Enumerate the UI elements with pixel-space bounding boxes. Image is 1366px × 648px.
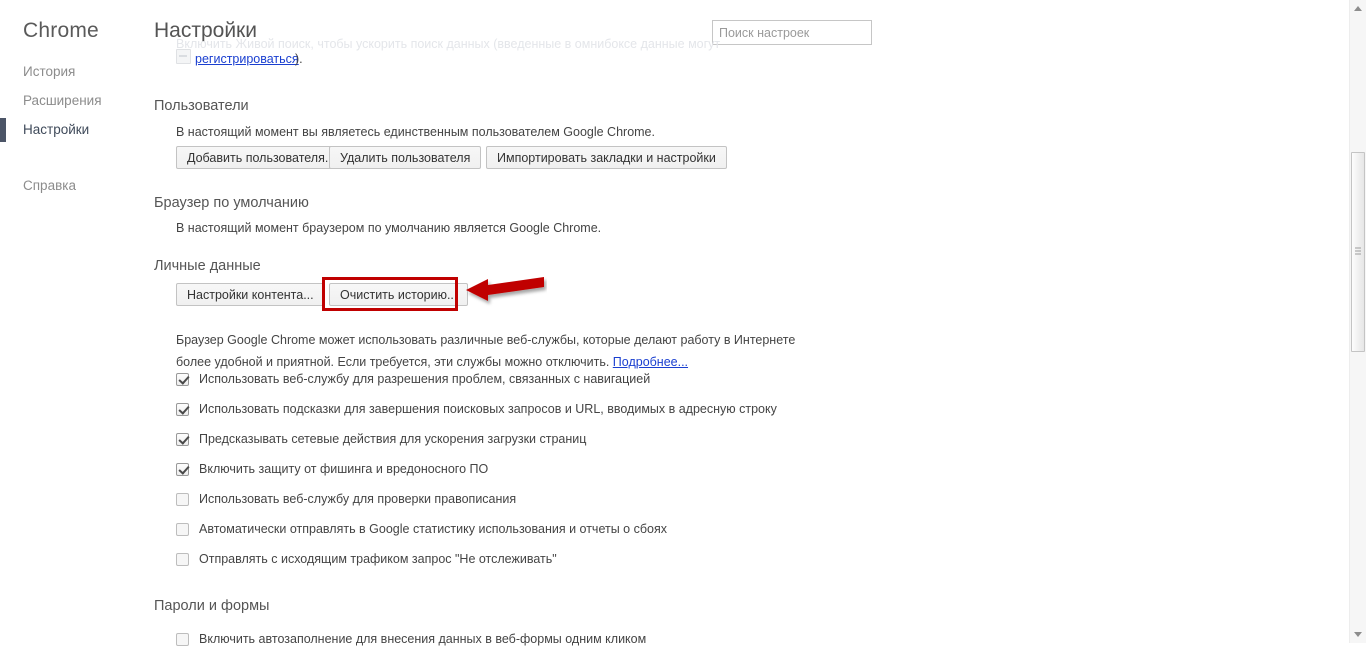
brand-title: Chrome xyxy=(23,19,99,42)
privacy-paragraph: Браузер Google Chrome может использовать… xyxy=(176,329,816,373)
sidebar-item-settings[interactable]: Настройки xyxy=(23,121,89,139)
register-link[interactable]: регистрироваться xyxy=(195,51,299,68)
settings-content: Настройки Включить Живой поиск, чтобы ус… xyxy=(152,0,1332,646)
scroll-up-arrow-icon[interactable] xyxy=(1350,0,1366,17)
section-title-personal-data: Личные данные xyxy=(154,258,261,274)
checkbox-label-navigation-errors: Использовать веб-службу для разрешения п… xyxy=(199,371,651,386)
checkbox-navigation-errors[interactable] xyxy=(176,372,189,386)
checkbox-row-do-not-track[interactable]: Отправлять с исходящим трафиком запрос "… xyxy=(176,550,557,568)
arrow-annotation-icon xyxy=(466,277,544,301)
checkbox-row-spelling-service[interactable]: Использовать веб-службу для проверки пра… xyxy=(176,490,516,508)
checkbox-usage-stats[interactable] xyxy=(176,522,189,536)
checkbox-do-not-track[interactable] xyxy=(176,552,189,566)
learn-more-link[interactable]: Подробнее... xyxy=(613,355,688,369)
checkbox-label-spelling-service: Использовать веб-службу для проверки пра… xyxy=(199,491,517,506)
checkbox-label-network-predict: Предсказывать сетевые действия для ускор… xyxy=(199,431,587,446)
checkbox-safe-browsing[interactable] xyxy=(176,462,189,476)
import-bookmarks-settings-button[interactable]: Импортировать закладки и настройки xyxy=(486,146,727,169)
clipped-instant-search-row: Включить Живой поиск, чтобы ускорить пои… xyxy=(152,36,872,68)
section-description-default-browser: В настоящий момент браузером по умолчани… xyxy=(176,221,602,235)
checkbox-row-navigation-errors[interactable]: Использовать веб-службу для разрешения п… xyxy=(176,370,650,388)
scrollbar-grip-icon xyxy=(1355,247,1361,257)
vertical-scrollbar[interactable] xyxy=(1349,0,1366,643)
sidebar-selected-marker xyxy=(0,118,6,142)
checkbox-row-autofill[interactable]: Включить автозаполнение для внесения дан… xyxy=(176,630,646,648)
section-title-users: Пользователи xyxy=(154,98,249,114)
checkbox-search-suggest[interactable] xyxy=(176,402,189,416)
section-title-passwords-and-forms: Пароли и формы xyxy=(154,598,270,614)
checkbox-label-safe-browsing: Включить защиту от фишинга и вредоносног… xyxy=(199,461,489,476)
clipped-trailing-text: ). xyxy=(295,52,303,66)
content-settings-button[interactable]: Настройки контента... xyxy=(176,283,325,306)
checkbox-label-search-suggest: Использовать подсказки для завершения по… xyxy=(199,401,777,416)
checkbox-autofill[interactable] xyxy=(176,632,189,646)
checkbox-label-usage-stats: Автоматически отправлять в Google статис… xyxy=(199,521,667,536)
sidebar-item-history[interactable]: История xyxy=(23,63,75,81)
checkbox-row-safe-browsing[interactable]: Включить защиту от фишинга и вредоносног… xyxy=(176,460,488,478)
checkbox-network-predict[interactable] xyxy=(176,432,189,446)
clear-history-button[interactable]: Очистить историю... xyxy=(329,283,469,306)
checkbox-instant-search[interactable] xyxy=(176,49,191,64)
checkbox-row-usage-stats[interactable]: Автоматически отправлять в Google статис… xyxy=(176,520,667,538)
settings-page: Chrome История Расширения Настройки Спра… xyxy=(0,0,1366,646)
section-description-users: В настоящий момент вы являетесь единстве… xyxy=(176,125,655,139)
checkbox-label-do-not-track: Отправлять с исходящим трафиком запрос "… xyxy=(199,551,557,566)
checkbox-row-search-suggest[interactable]: Использовать подсказки для завершения по… xyxy=(176,400,777,418)
checkbox-label-autofill: Включить автозаполнение для внесения дан… xyxy=(199,631,647,646)
scrollbar-thumb[interactable] xyxy=(1351,152,1365,352)
sidebar: Chrome История Расширения Настройки Спра… xyxy=(0,0,152,643)
section-title-default-browser: Браузер по умолчанию xyxy=(154,195,309,211)
sidebar-item-help[interactable]: Справка xyxy=(23,177,76,195)
privacy-paragraph-text: Браузер Google Chrome может использовать… xyxy=(176,332,796,369)
scroll-down-arrow-icon[interactable] xyxy=(1350,626,1366,643)
delete-user-button[interactable]: Удалить пользователя xyxy=(329,146,482,169)
add-user-button[interactable]: Добавить пользователя... xyxy=(176,146,347,169)
sidebar-item-extensions[interactable]: Расширения xyxy=(23,92,102,110)
checkbox-row-network-predict[interactable]: Предсказывать сетевые действия для ускор… xyxy=(176,430,586,448)
checkbox-spelling-service[interactable] xyxy=(176,492,189,506)
